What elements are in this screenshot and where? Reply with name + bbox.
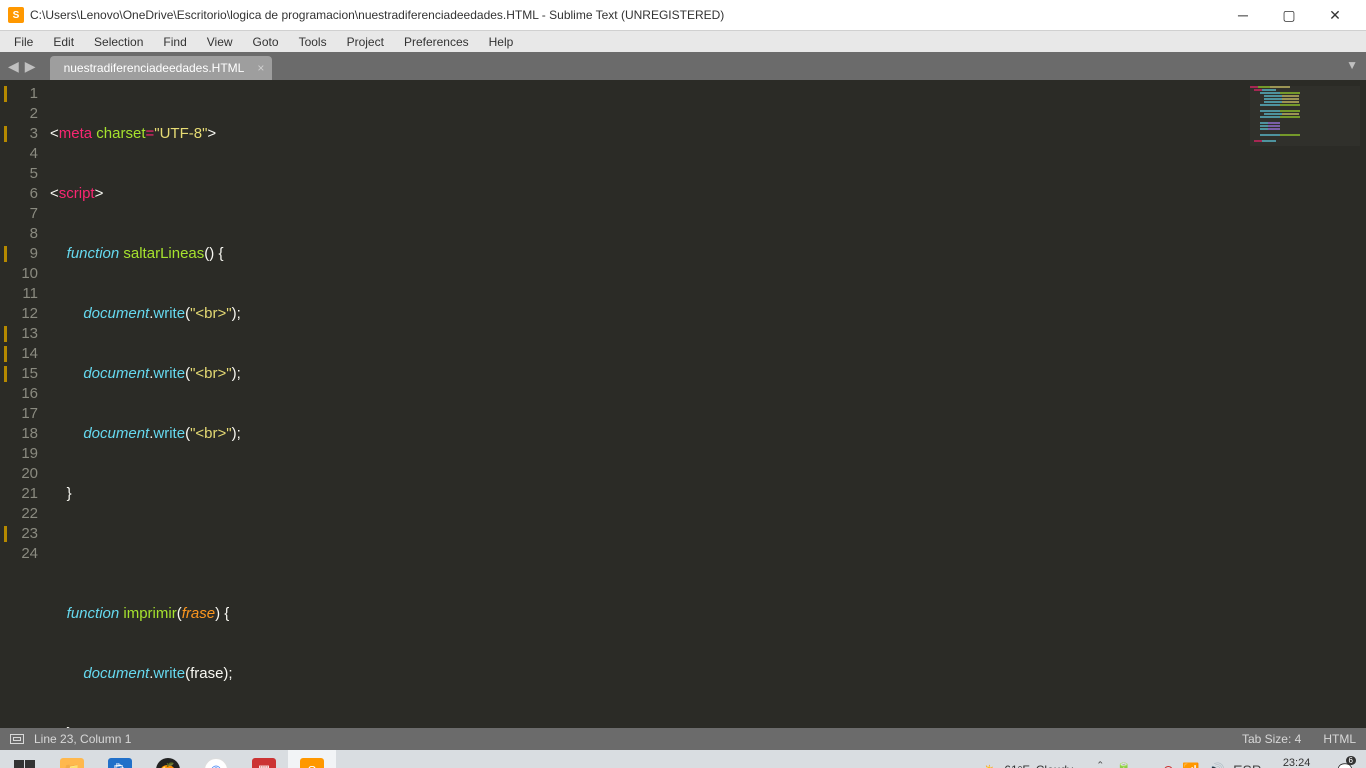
tabbar: ◀ ▶ nuestradiferenciadeedades.HTML × ▼	[0, 52, 1366, 80]
folder-icon: 📁	[60, 758, 84, 768]
weather-text: Cloudy	[1036, 763, 1073, 768]
line-number-gutter: 123456789101112131415161718192021222324	[0, 80, 50, 728]
taskbar-clock[interactable]: 23:24 5/8/2022	[1269, 757, 1324, 768]
line-number: 17	[0, 404, 50, 424]
tray-language[interactable]: ESP	[1233, 762, 1261, 768]
taskbar-explorer[interactable]: 📁	[48, 750, 96, 768]
menu-find[interactable]: Find	[153, 33, 196, 51]
start-button[interactable]	[0, 750, 48, 768]
minimap[interactable]	[1250, 86, 1360, 146]
taskbar-store[interactable]: 🛍	[96, 750, 144, 768]
notification-badge: 6	[1346, 756, 1356, 765]
sublime-icon: S	[300, 758, 324, 768]
app-icon-red: ▦	[252, 758, 276, 768]
store-icon: 🛍	[108, 758, 132, 768]
menu-edit[interactable]: Edit	[43, 33, 84, 51]
line-number: 24	[0, 544, 50, 564]
line-number: 22	[0, 504, 50, 524]
menu-preferences[interactable]: Preferences	[394, 33, 479, 51]
weather-icon: ⛅	[983, 763, 998, 768]
status-tabsize[interactable]: Tab Size: 4	[1242, 732, 1301, 746]
window-titlebar: S C:\Users\Lenovo\OneDrive\Escritorio\lo…	[0, 0, 1366, 30]
tray-wifi-icon[interactable]: 📶	[1182, 762, 1199, 768]
line-number: 9	[0, 244, 50, 264]
line-number: 13	[0, 324, 50, 344]
flstudio-icon: 🍊	[156, 758, 180, 768]
line-number: 6	[0, 184, 50, 204]
app-icon: S	[8, 7, 24, 23]
status-syntax[interactable]: HTML	[1323, 732, 1356, 746]
line-number: 7	[0, 204, 50, 224]
line-number: 19	[0, 444, 50, 464]
file-tab[interactable]: nuestradiferenciadeedades.HTML ×	[50, 56, 273, 80]
minimize-button[interactable]: ─	[1220, 0, 1266, 30]
maximize-button[interactable]: ▢	[1266, 0, 1312, 30]
tab-nav-back-icon[interactable]: ◀	[8, 58, 19, 75]
line-number: 5	[0, 164, 50, 184]
status-position[interactable]: Line 23, Column 1	[34, 732, 1220, 746]
menu-file[interactable]: File	[4, 33, 43, 51]
chrome-icon: ◉	[204, 758, 228, 768]
tray-chevron-up-icon[interactable]: ＾	[1093, 760, 1107, 768]
line-number: 21	[0, 484, 50, 504]
tab-nav-forward-icon[interactable]: ▶	[25, 58, 36, 75]
line-number: 3	[0, 124, 50, 144]
menu-view[interactable]: View	[197, 33, 243, 51]
window-title: C:\Users\Lenovo\OneDrive\Escritorio\logi…	[30, 8, 1220, 22]
code-area[interactable]: <meta charset="UTF-8"> <script> function…	[50, 80, 1366, 728]
statusbar: Line 23, Column 1 Tab Size: 4 HTML	[0, 728, 1366, 750]
menu-project[interactable]: Project	[337, 33, 394, 51]
file-tab-label: nuestradiferenciadeedades.HTML	[64, 61, 245, 75]
menubar: File Edit Selection Find View Goto Tools…	[0, 30, 1366, 52]
line-number: 2	[0, 104, 50, 124]
taskbar-weather[interactable]: ⛅ 61°F Cloudy	[983, 763, 1073, 768]
tray-battery-icon[interactable]: 🔋	[1115, 762, 1132, 768]
menu-selection[interactable]: Selection	[84, 33, 153, 51]
panel-switcher-icon[interactable]	[10, 734, 24, 744]
weather-temp: 61°F	[1004, 763, 1029, 768]
tray-onedrive-icon[interactable]: ☁	[1141, 762, 1155, 768]
line-number: 15	[0, 364, 50, 384]
line-number: 16	[0, 384, 50, 404]
line-number: 1	[0, 84, 50, 104]
line-number: 4	[0, 144, 50, 164]
windows-logo-icon	[14, 760, 35, 768]
taskbar-sublime[interactable]: S	[288, 750, 336, 768]
line-number: 14	[0, 344, 50, 364]
menu-help[interactable]: Help	[479, 33, 524, 51]
line-number: 11	[0, 284, 50, 304]
code-editor[interactable]: 123456789101112131415161718192021222324 …	[0, 80, 1366, 728]
taskbar-chrome[interactable]: ◉	[192, 750, 240, 768]
line-number: 20	[0, 464, 50, 484]
line-number: 18	[0, 424, 50, 444]
taskbar-app-red[interactable]: ▦	[240, 750, 288, 768]
line-number: 10	[0, 264, 50, 284]
tab-dropdown-icon[interactable]: ▼	[1346, 58, 1358, 72]
taskbar-app-orange[interactable]: 🍊	[144, 750, 192, 768]
close-button[interactable]: ✕	[1312, 0, 1358, 30]
line-number: 12	[0, 304, 50, 324]
menu-tools[interactable]: Tools	[289, 33, 337, 51]
taskbar-time: 23:24	[1275, 757, 1318, 768]
notification-center-button[interactable]: 💬 6	[1332, 750, 1358, 768]
tab-close-icon[interactable]: ×	[257, 61, 264, 75]
windows-taskbar: 📁 🛍 🍊 ◉ ▦ S ⛅ 61°F Cloudy ＾ 🔋 ☁ ⊘ 📶 🔊 ES…	[0, 750, 1366, 768]
tray-security-icon[interactable]: ⊘	[1163, 762, 1175, 768]
line-number: 23	[0, 524, 50, 544]
menu-goto[interactable]: Goto	[243, 33, 289, 51]
tray-volume-icon[interactable]: 🔊	[1208, 762, 1225, 768]
line-number: 8	[0, 224, 50, 244]
